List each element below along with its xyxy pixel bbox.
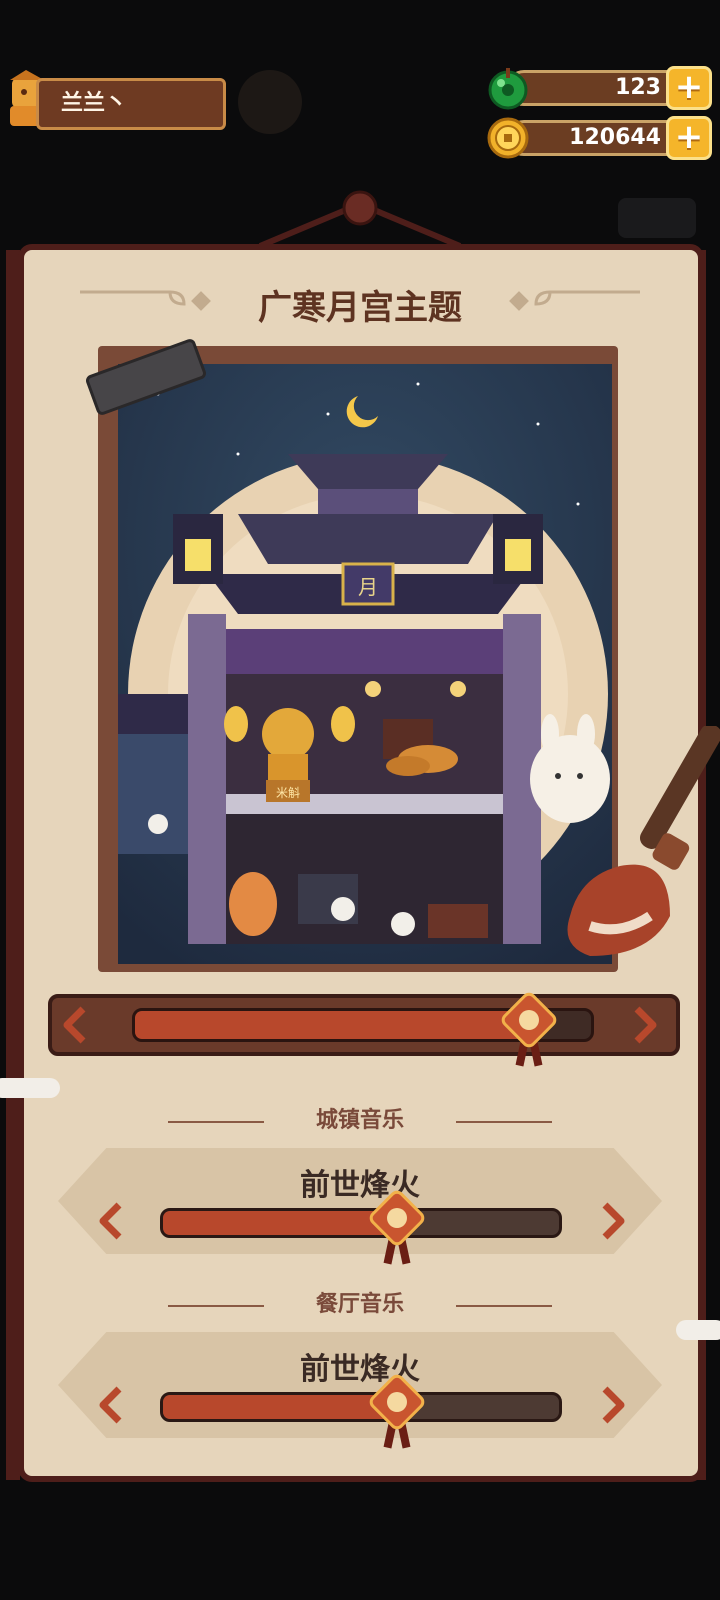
town-music-slider-fill bbox=[163, 1211, 397, 1235]
restaurant-music-slider-fill bbox=[163, 1395, 397, 1419]
cloud-knob-icon bbox=[369, 1190, 425, 1265]
player-name: 兰兰丶 bbox=[61, 91, 128, 116]
town-music-prev-button[interactable] bbox=[90, 1198, 130, 1244]
add-coins-button[interactable]: + bbox=[666, 116, 712, 160]
panel-title: 广寒月宫主题 bbox=[258, 288, 462, 328]
chevron-right-icon bbox=[602, 1386, 625, 1424]
gold-coin-icon bbox=[487, 117, 529, 159]
town-music-label: 城镇音乐 bbox=[315, 1108, 404, 1133]
theme-slider-handle[interactable] bbox=[501, 992, 557, 1068]
cloud-knob-icon bbox=[369, 1374, 425, 1449]
restaurant-music-song: 前世烽火 bbox=[300, 1352, 420, 1387]
cloud-decor-right bbox=[676, 1320, 720, 1340]
restaurant-music-label: 餐厅音乐 bbox=[315, 1292, 404, 1317]
faded-menu-button[interactable] bbox=[618, 198, 696, 238]
theme-slider-fill bbox=[135, 1011, 528, 1039]
statue-sign: 米斛 bbox=[276, 786, 300, 800]
player-name-plate[interactable]: 兰兰丶 bbox=[36, 78, 226, 130]
gem-count: 123 bbox=[506, 70, 686, 106]
restaurant-music-slider-handle[interactable] bbox=[369, 1374, 425, 1450]
restaurant-music-label-row: 餐厅音乐 bbox=[160, 1288, 560, 1322]
town-music-label-row: 城镇音乐 bbox=[160, 1104, 560, 1138]
gem-counter: 123 + bbox=[486, 66, 712, 110]
jade-gem-icon bbox=[488, 68, 528, 110]
theme-prev-button[interactable] bbox=[54, 1002, 94, 1048]
coin-count: 120644 bbox=[506, 120, 686, 156]
add-gems-button[interactable]: + bbox=[666, 66, 712, 110]
town-music-slider-handle[interactable] bbox=[369, 1190, 425, 1266]
cloud-decor-left bbox=[0, 1078, 60, 1098]
town-music-slider-track[interactable] bbox=[160, 1208, 562, 1238]
chevron-left-icon bbox=[99, 1386, 122, 1424]
coin-counter: 120644 + bbox=[486, 116, 712, 160]
chevron-right-icon bbox=[602, 1202, 625, 1240]
scroll-hanger bbox=[258, 190, 462, 249]
restaurant-music-slider-track[interactable] bbox=[160, 1392, 562, 1422]
chevron-right-icon bbox=[634, 1006, 657, 1044]
cloud-knob-icon bbox=[502, 992, 557, 1067]
town-music-song: 前世烽火 bbox=[300, 1168, 420, 1203]
chevron-left-icon bbox=[99, 1202, 122, 1240]
restaurant-music-prev-button[interactable] bbox=[90, 1382, 130, 1428]
moon-palace-scene: 月 米斛 bbox=[118, 364, 612, 964]
town-music-next-button[interactable] bbox=[594, 1198, 634, 1244]
faded-event-icon[interactable] bbox=[238, 70, 302, 134]
restaurant-music-next-button[interactable] bbox=[594, 1382, 634, 1428]
paintbrush-icon bbox=[567, 726, 720, 956]
panel-title-row: 广寒月宫主题 bbox=[60, 268, 660, 338]
moon-palace-illustration: 月 米斛 bbox=[118, 364, 612, 964]
palace-sign-text: 月 bbox=[358, 575, 378, 599]
theme-next-button[interactable] bbox=[626, 1002, 666, 1048]
chevron-left-icon bbox=[63, 1006, 86, 1044]
